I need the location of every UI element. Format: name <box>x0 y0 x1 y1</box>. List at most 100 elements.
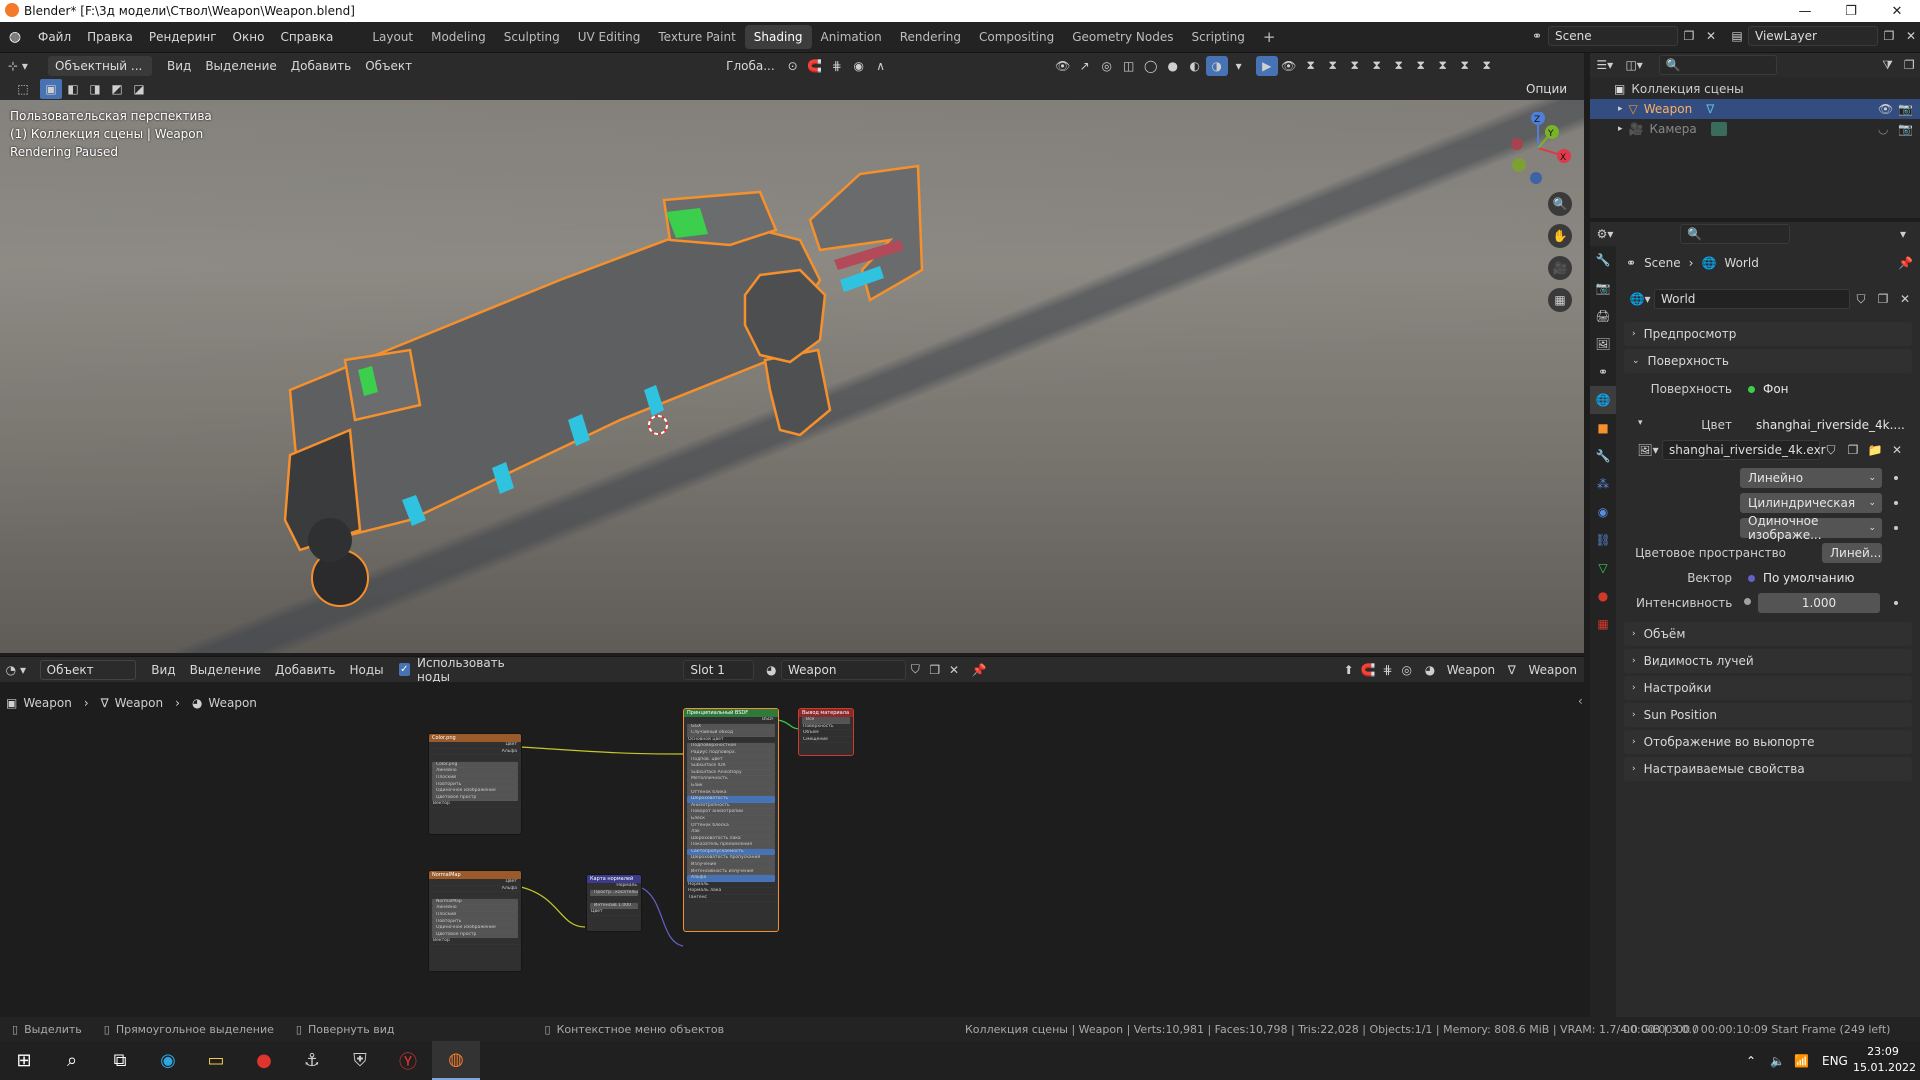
camera-view-icon[interactable]: 🎥 <box>1548 256 1572 280</box>
filter-icon-9[interactable]: ⧗ <box>1476 56 1498 76</box>
node-editor-type-icon[interactable]: ◔ ▾ <box>0 660 32 680</box>
fake-user-icon[interactable]: ⛉ <box>906 660 925 680</box>
editor-type-icon[interactable]: ⊹ ▾ <box>0 56 36 76</box>
pan-hand-icon[interactable]: ✋ <box>1548 224 1572 248</box>
viewlayer-field[interactable]: ViewLayer <box>1748 26 1878 46</box>
node-principled-bsdf[interactable]: Принципиальный BSDF BSDF GGX Случайный обх… <box>683 708 779 932</box>
xray-icon[interactable]: ◫ <box>1118 56 1140 76</box>
filter-icon-4[interactable]: ⧗ <box>1366 56 1388 76</box>
strength-input[interactable]: 1.000 <box>1758 593 1880 613</box>
keyframe-dot-icon[interactable] <box>1894 501 1898 505</box>
viewport-menu-object[interactable]: Объект <box>358 59 419 73</box>
tool-tab-icon[interactable]: 🔧 <box>1590 246 1616 274</box>
projection-dropdown[interactable]: Цилиндрическая ⌄ <box>1740 493 1882 513</box>
filter-icon-7[interactable]: ⧗ <box>1432 56 1454 76</box>
play-icon[interactable]: ▶ <box>1255 55 1278 76</box>
node-menu-nodes[interactable]: Ноды <box>342 663 390 677</box>
output-tab-icon[interactable]: 🖨 <box>1590 302 1616 330</box>
properties-options-icon[interactable]: ▾ <box>1892 224 1914 244</box>
eye-hidden-icon[interactable]: ◡ <box>1878 122 1888 136</box>
scene-tab-icon[interactable]: ⚭ <box>1590 358 1616 386</box>
interpolation-dropdown[interactable]: Линейно ⌄ <box>1740 468 1882 488</box>
render-tab-icon[interactable]: 📷 <box>1590 274 1616 302</box>
viewport-menu-view[interactable]: Вид <box>160 59 198 73</box>
surface-shader-field[interactable]: Фон <box>1740 379 1880 399</box>
tab-compositing[interactable]: Compositing <box>970 25 1063 49</box>
world-unlink-icon[interactable]: ✕ <box>1894 289 1916 309</box>
search-icon[interactable]: ⌕ <box>48 1041 96 1080</box>
node-menu-add[interactable]: Добавить <box>268 663 342 677</box>
expand-arrow-icon[interactable]: ▸ <box>1618 104 1623 114</box>
outliner-item-camera[interactable]: ▸ 🎥 Камера ◡ 📷 <box>1590 119 1920 139</box>
delete-scene-icon[interactable]: ✕ <box>1700 26 1722 46</box>
panel-settings[interactable]: › Настройки <box>1624 676 1912 700</box>
world-browse-icon[interactable]: 🌐▾ <box>1626 289 1654 309</box>
render-camera-icon[interactable]: 📷 <box>1898 122 1913 136</box>
filter-icon-1[interactable]: ⧗ <box>1300 56 1322 76</box>
outliner-display-icon[interactable]: ◫▾ <box>1619 55 1648 75</box>
new-collection-icon[interactable]: ❐ <box>1898 55 1920 75</box>
slot-dropdown[interactable]: Slot 1 <box>683 659 754 680</box>
select-tool-icon[interactable]: ⬚ <box>12 79 34 99</box>
use-nodes-checkbox[interactable]: ✓ <box>398 663 411 676</box>
image-name-field[interactable]: shanghai_riverside_4k.exr <box>1662 440 1826 460</box>
panel-custom-properties[interactable]: › Настраиваемые свойства <box>1624 757 1912 781</box>
world-of-warships-icon[interactable]: ⚓ <box>288 1041 336 1080</box>
render-camera-icon[interactable]: 📷 <box>1898 102 1913 116</box>
colorspace-dropdown[interactable]: Линей... <box>1822 543 1882 563</box>
image-open-icon[interactable]: 📁 <box>1864 440 1886 460</box>
source-dropdown[interactable]: Одиночное изображе... ⌄ <box>1740 514 1882 542</box>
clock[interactable]: 23:09 15.01.2022 <box>1853 1044 1916 1076</box>
world-of-tanks-icon[interactable]: ⛨ <box>336 1041 384 1080</box>
select-extend-icon[interactable]: ◧ <box>62 79 84 99</box>
tab-uv-editing[interactable]: UV Editing <box>569 25 650 49</box>
modifiers-tab-icon[interactable]: 🔧 <box>1590 442 1616 470</box>
close-icon[interactable]: ✕ <box>1874 0 1920 22</box>
outliner-item-weapon[interactable]: ▸ ▽ Weapon ∇ 👁 📷 <box>1590 99 1920 119</box>
menu-file[interactable]: Файл <box>30 22 79 53</box>
solid-shading-icon[interactable]: ● <box>1162 56 1184 76</box>
panel-sun-position[interactable]: › Sun Position <box>1624 703 1912 727</box>
snap-target-icon[interactable]: ⋕ <box>826 56 848 76</box>
filter-icon-8[interactable]: ⧗ <box>1454 56 1476 76</box>
viewport-3d[interactable]: Пользовательская перспектива (1) Коллекц… <box>0 100 1584 653</box>
maximize-icon[interactable]: ❐ <box>1828 0 1874 22</box>
volume-icon[interactable]: 🔈 <box>1770 1054 1785 1068</box>
tab-shading[interactable]: Shading <box>744 25 812 49</box>
tray-up-icon[interactable]: ⌃ <box>1746 1054 1756 1068</box>
data-tab-icon[interactable]: ▽ <box>1590 554 1616 582</box>
parent-node-icon[interactable]: ⬆ <box>1339 660 1358 680</box>
yandex-icon[interactable]: Ⓨ <box>384 1041 432 1080</box>
keyframe-dot-icon[interactable] <box>1894 476 1898 480</box>
world-duplicate-icon[interactable]: ❐ <box>1872 289 1894 309</box>
mode-dropdown[interactable]: Объектный ... <box>48 55 152 76</box>
physics-tab-icon[interactable]: ◉ <box>1590 498 1616 526</box>
new-viewlayer-icon[interactable]: ❐ <box>1878 26 1900 46</box>
node-color-texture[interactable]: Color.png Цвет Альфа Color.png Линейно П… <box>428 733 522 835</box>
panel-surface[interactable]: ⌄ Поверхность <box>1624 349 1912 373</box>
node-normal-map[interactable]: Карта нормалей Нормаль Простр...касатель… <box>586 874 642 932</box>
node-editor[interactable]: ▣ Weapon › ∇ Weapon › ◕ Weapon ‹ Color.p… <box>0 682 1584 1017</box>
visibility-icon[interactable]: 👁 <box>1052 56 1074 76</box>
panel-preview[interactable]: › Предпросмотр <box>1624 322 1912 346</box>
scene-icon[interactable]: ⚭ <box>1526 26 1548 46</box>
minimize-icon[interactable]: — <box>1782 0 1828 22</box>
image-browse-icon[interactable]: 🖼▾ <box>1634 440 1662 460</box>
node-menu-view[interactable]: Вид <box>144 663 182 677</box>
outliner-type-icon[interactable]: ☰▾ <box>1590 55 1619 75</box>
tab-animation[interactable]: Animation <box>812 25 891 49</box>
snap-icon[interactable]: 🧲 <box>804 56 826 76</box>
pin-icon[interactable]: 📌 <box>1898 256 1913 270</box>
node-snap-target-icon[interactable]: ⋕ <box>1378 660 1397 680</box>
duplicate-material-icon[interactable]: ❐ <box>925 660 944 680</box>
object-tab-icon[interactable]: ■ <box>1590 414 1616 442</box>
filter-icon-2[interactable]: ⧗ <box>1322 56 1344 76</box>
node-object-dropdown[interactable]: Объект <box>39 659 137 680</box>
tab-layout[interactable]: Layout <box>363 25 422 49</box>
properties-search-input[interactable]: 🔍 <box>1680 224 1790 244</box>
pin-icon[interactable]: 📌 <box>970 660 989 680</box>
texture-tab-icon[interactable]: ▦ <box>1590 610 1616 638</box>
view-layer-tab-icon[interactable]: 🖼 <box>1590 330 1616 358</box>
select-new-icon[interactable]: ▣ <box>40 79 62 99</box>
filter-icon-6[interactable]: ⧗ <box>1410 56 1432 76</box>
